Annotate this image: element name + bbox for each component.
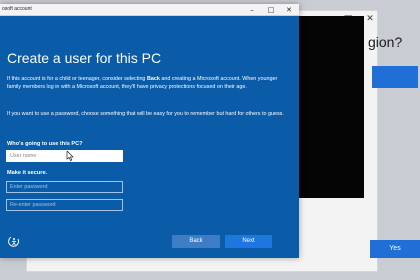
- reenter-password-input[interactable]: [6, 199, 123, 211]
- username-input[interactable]: [6, 150, 123, 162]
- paragraph-text-start: If this account is for a child or teenag…: [7, 76, 147, 82]
- region-selected-item[interactable]: [372, 66, 418, 88]
- yes-button[interactable]: Yes: [370, 240, 420, 258]
- who-label: Who's going to use this PC?: [7, 141, 83, 147]
- dialog-titlebar: osoft account – □ ✕: [0, 4, 299, 16]
- background-close-button[interactable]: ✕: [363, 13, 377, 25]
- password-advice-paragraph: If you want to use a password, choose so…: [7, 111, 284, 117]
- dialog-maximize-button[interactable]: □: [265, 5, 277, 15]
- create-user-dialog: osoft account – □ ✕ Create a user for th…: [0, 4, 299, 258]
- next-button[interactable]: Next: [225, 235, 272, 248]
- child-account-paragraph: If this account is for a child or teenag…: [7, 76, 289, 91]
- dialog-close-button[interactable]: ✕: [283, 5, 295, 15]
- dialog-window-title: osoft account: [2, 6, 32, 12]
- dialog-minimize-button[interactable]: –: [246, 5, 258, 15]
- password-input[interactable]: [6, 181, 123, 193]
- accessibility-icon[interactable]: [7, 234, 21, 248]
- secure-label: Make it secure.: [7, 170, 48, 176]
- back-button[interactable]: Back: [172, 235, 220, 248]
- page-title: Create a user for this PC: [7, 50, 162, 66]
- mouse-cursor-icon: [66, 148, 74, 161]
- back-emphasis: Back: [146, 76, 160, 82]
- region-question-text: gion?: [368, 34, 403, 50]
